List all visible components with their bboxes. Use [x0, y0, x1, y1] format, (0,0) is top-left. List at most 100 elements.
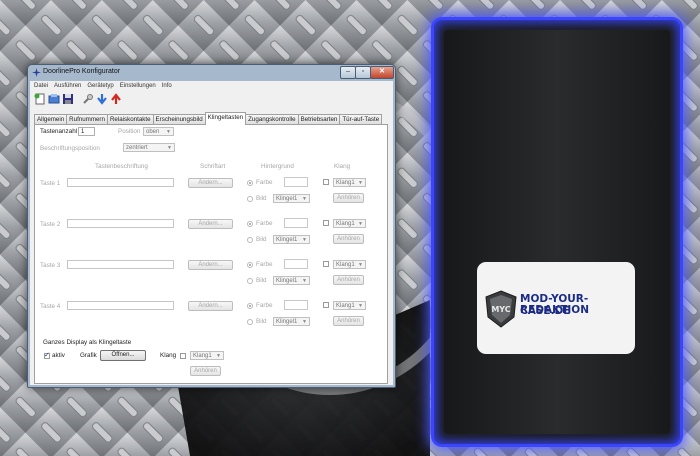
- close-button[interactable]: ✕: [370, 66, 394, 79]
- client-area: Allgemein Rufnummern Relaiskontakte Ersc…: [30, 108, 393, 385]
- schriftart-aendern-button[interactable]: Ändern...: [188, 260, 233, 270]
- menu-geraetetyp[interactable]: Gerätetyp: [87, 83, 113, 89]
- farbe-swatch[interactable]: [284, 300, 308, 310]
- menu-ausfuehren[interactable]: Ausführen: [54, 83, 81, 89]
- tastenanzahl-label: Tastenanzahl: [40, 128, 78, 135]
- bild-select[interactable]: Klingel1 ▼: [273, 276, 310, 285]
- taste-beschriftung-input[interactable]: [67, 260, 174, 269]
- tab-klingeltasten[interactable]: Klingeltasten: [204, 112, 247, 125]
- anhoeren-button[interactable]: Anhören: [333, 193, 364, 203]
- bild-label: Bild: [256, 277, 267, 284]
- tastenanzahl-value: 1: [81, 129, 85, 135]
- bild-select[interactable]: Klingel1 ▼: [273, 235, 310, 244]
- farbe-label: Farbe: [256, 302, 273, 309]
- badge-line-2: REDAKTION: [520, 304, 590, 316]
- minimize-button[interactable]: –: [340, 66, 356, 79]
- klang-checkbox[interactable]: [323, 220, 329, 226]
- taste-beschriftung-input[interactable]: [67, 219, 174, 228]
- klang-select[interactable]: Klang1 ▼: [333, 219, 366, 228]
- klang-checkbox[interactable]: [323, 261, 329, 267]
- beschriftung-select[interactable]: zentriert ▼: [123, 143, 175, 152]
- oeffnen-button[interactable]: Öffnen...: [100, 350, 146, 361]
- chevron-down-icon: ▼: [358, 303, 363, 309]
- schriftart-aendern-button[interactable]: Ändern...: [188, 219, 233, 229]
- tastenanzahl-spinner[interactable]: 1: [78, 127, 95, 136]
- beschriftung-label: Beschriftungsposition: [40, 145, 100, 152]
- anhoeren-button[interactable]: Anhören: [333, 275, 364, 285]
- display-klang-checkbox[interactable]: [180, 353, 186, 359]
- schriftart-aendern-button[interactable]: Ändern...: [188, 178, 233, 188]
- logo-text: MYC: [491, 305, 510, 314]
- klang-value: Klang1: [336, 262, 355, 268]
- aktiv-label: aktiv: [52, 352, 65, 359]
- bild-select[interactable]: Klingel1 ▼: [273, 194, 310, 203]
- taste-label: Taste 4: [40, 303, 61, 310]
- farbe-swatch[interactable]: [284, 259, 308, 269]
- klang-select[interactable]: Klang1 ▼: [333, 260, 366, 269]
- display-klang-value: Klang1: [193, 353, 212, 359]
- bild-value: Klingel1: [276, 319, 298, 325]
- position-select[interactable]: oben ▼: [143, 127, 174, 136]
- farbe-label: Farbe: [256, 220, 273, 227]
- maximize-button[interactable]: ▫: [355, 66, 371, 79]
- klang-select[interactable]: Klang1 ▼: [333, 301, 366, 310]
- chevron-down-icon: ▼: [166, 129, 171, 135]
- new-icon[interactable]: [34, 93, 46, 105]
- schriftart-aendern-button[interactable]: Ändern...: [188, 301, 233, 311]
- title-bar[interactable]: DoorlinePro Konfigurator – ▫ ✕: [28, 65, 395, 80]
- window-title: DoorlinePro Konfigurator: [43, 68, 121, 75]
- toolbar: [30, 91, 393, 108]
- klang-value: Klang1: [336, 303, 355, 309]
- klang-select[interactable]: Klang1 ▼: [333, 178, 366, 187]
- farbe-radio[interactable]: [247, 221, 253, 227]
- bild-value: Klingel1: [276, 196, 298, 202]
- anhoeren-button[interactable]: Anhören: [333, 316, 364, 326]
- myc-shield-logo-icon: MYC: [485, 290, 517, 328]
- chevron-down-icon: ▼: [216, 353, 221, 359]
- grafik-label: Grafik: [80, 352, 97, 359]
- bild-radio[interactable]: [247, 237, 253, 243]
- klang-value: Klang1: [336, 180, 355, 186]
- farbe-radio[interactable]: [247, 303, 253, 309]
- farbe-radio[interactable]: [247, 180, 253, 186]
- position-value: oben: [146, 129, 160, 135]
- klang-value: Klang1: [336, 221, 355, 227]
- chevron-down-icon: ▼: [167, 145, 172, 151]
- menu-datei[interactable]: Datei: [34, 83, 48, 89]
- taste-beschriftung-input[interactable]: [67, 301, 174, 310]
- farbe-swatch[interactable]: [284, 218, 308, 228]
- chevron-down-icon: ▼: [302, 319, 307, 325]
- configurator-window: DoorlinePro Konfigurator – ▫ ✕ Datei Aus…: [27, 64, 396, 388]
- download-arrow-icon[interactable]: [96, 93, 108, 105]
- bild-radio[interactable]: [247, 196, 253, 202]
- farbe-label: Farbe: [256, 261, 273, 268]
- save-icon[interactable]: [62, 93, 74, 105]
- tools-icon[interactable]: [82, 93, 94, 105]
- menu-einstellungen[interactable]: Einstellungen: [120, 83, 156, 89]
- header-klang: Klang: [334, 163, 351, 170]
- display-anhoeren-button[interactable]: Anhören: [190, 366, 221, 376]
- taste-label: Taste 1: [40, 180, 61, 187]
- klang-checkbox[interactable]: [323, 179, 329, 185]
- bild-value: Klingel1: [276, 237, 298, 243]
- position-label: Position: [118, 128, 141, 135]
- bild-radio[interactable]: [247, 278, 253, 284]
- open-icon[interactable]: [48, 93, 60, 105]
- preview-screen: [444, 30, 670, 434]
- menu-info[interactable]: Info: [162, 83, 172, 89]
- bild-radio[interactable]: [247, 319, 253, 325]
- display-klang-select[interactable]: Klang1 ▼: [190, 351, 224, 360]
- taste-beschriftung-input[interactable]: [67, 178, 174, 187]
- klingeltasten-panel: Tastenanzahl 1 Position oben ▼ Beschriftu…: [34, 124, 388, 384]
- farbe-swatch[interactable]: [284, 177, 308, 187]
- anhoeren-button[interactable]: Anhören: [333, 234, 364, 244]
- display-preview: [434, 20, 680, 444]
- bild-select[interactable]: Klingel1 ▼: [273, 317, 310, 326]
- upload-arrow-icon[interactable]: [110, 93, 122, 105]
- tab-strip: Allgemein Rufnummern Relaiskontakte Ersc…: [34, 112, 383, 125]
- klang-checkbox[interactable]: [323, 302, 329, 308]
- farbe-radio[interactable]: [247, 262, 253, 268]
- aktiv-checkbox[interactable]: [44, 351, 50, 359]
- header-hintergrund: Hintergrund: [261, 163, 294, 170]
- menu-bar: Datei Ausführen Gerätetyp Einstellungen …: [30, 81, 393, 91]
